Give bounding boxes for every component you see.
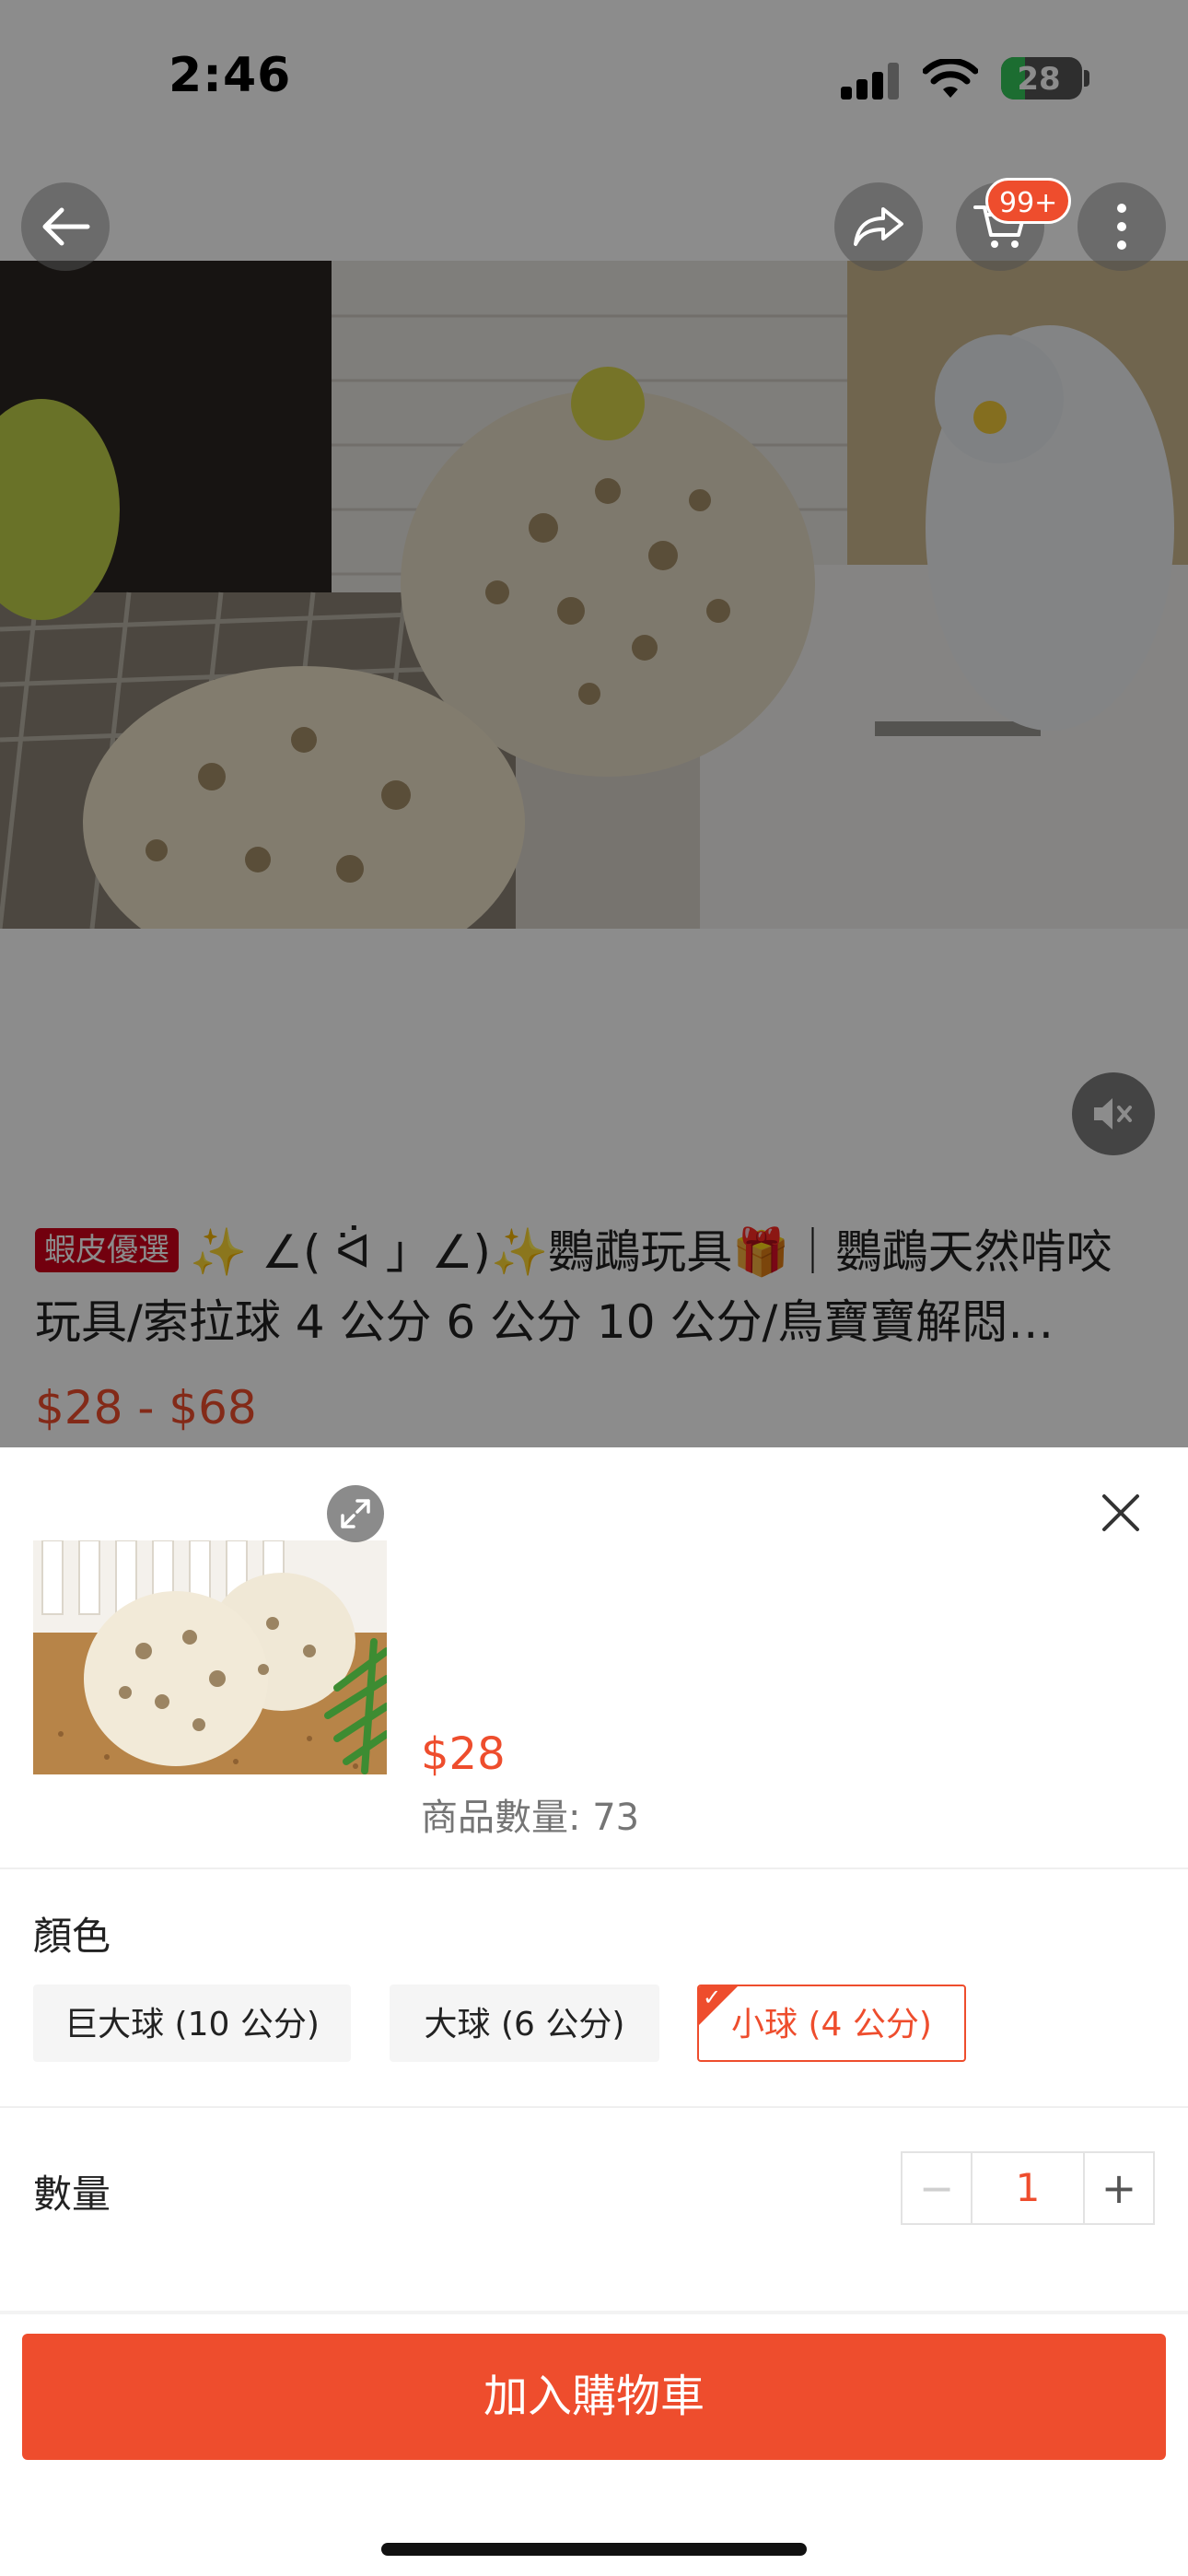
variation-option-small[interactable]: ✓ 小球 (4 公分) — [697, 1985, 966, 2062]
share-button[interactable] — [834, 182, 923, 271]
close-button[interactable] — [1093, 1485, 1148, 1540]
expand-icon — [341, 1499, 370, 1528]
cart-count-badge: 99+ — [985, 178, 1072, 224]
vertical-ellipsis-icon — [1117, 204, 1126, 250]
share-icon — [854, 207, 903, 246]
variation-option-xl[interactable]: 巨大球 (10 公分) — [33, 1985, 351, 2062]
quantity-section-label: 數量 — [33, 2172, 111, 2217]
checkmark-icon: ✓ — [703, 1985, 722, 2010]
variation-thumbnail[interactable] — [33, 1540, 387, 1774]
divider — [0, 2106, 1188, 2108]
back-button[interactable] — [21, 182, 110, 271]
quantity-increase-button[interactable]: + — [1083, 2153, 1153, 2223]
arrow-left-icon — [42, 207, 90, 246]
variation-option-label: 巨大球 (10 公分) — [64, 2006, 320, 2043]
home-indicator[interactable] — [381, 2543, 807, 2556]
color-section-label: 顏色 — [33, 1914, 111, 1959]
expand-image-button[interactable] — [327, 1485, 384, 1542]
add-to-cart-button[interactable]: 加入購物車 — [22, 2334, 1166, 2460]
variation-option-label: 小球 (4 公分) — [731, 2006, 932, 2043]
variation-option-label: 大球 (6 公分) — [424, 2006, 625, 2043]
quantity-stepper: − 1 + — [901, 2151, 1155, 2225]
stock-count: 商品數量: 73 — [421, 1797, 640, 1839]
divider — [0, 2311, 1188, 2314]
selected-price: $28 — [421, 1728, 506, 1780]
close-icon — [1102, 1494, 1139, 1531]
variation-option-large[interactable]: 大球 (6 公分) — [390, 1985, 659, 2062]
divider — [0, 1868, 1188, 1869]
more-options-button[interactable] — [1077, 182, 1166, 271]
quantity-value[interactable]: 1 — [973, 2153, 1083, 2223]
quantity-decrease-button[interactable]: − — [903, 2153, 973, 2223]
thumbnail-image — [33, 1540, 387, 1774]
